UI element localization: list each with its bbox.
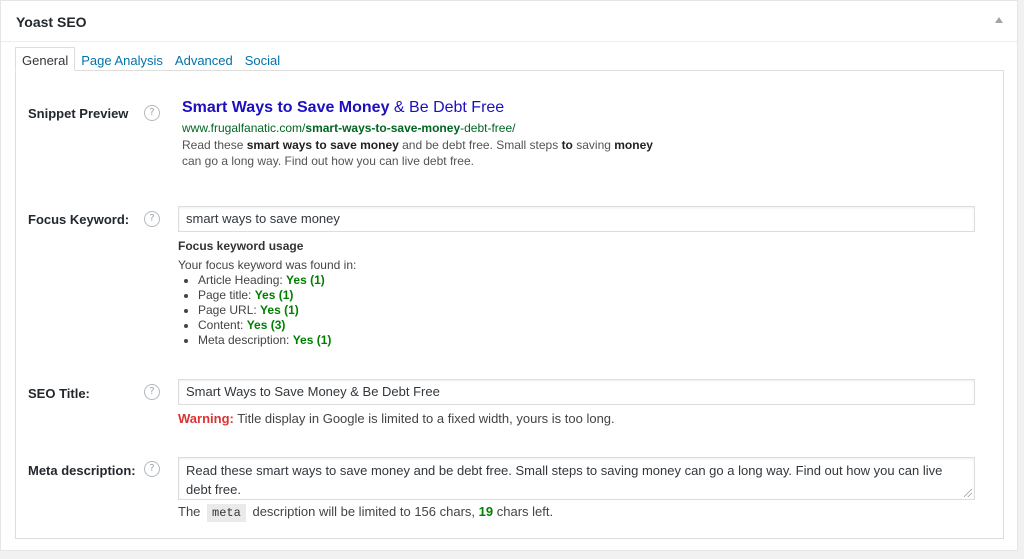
- meta-code: meta: [207, 504, 246, 522]
- usage-item-label: Article Heading:: [198, 273, 287, 287]
- collapse-arrow-icon[interactable]: [995, 17, 1003, 23]
- tab-general[interactable]: General: [15, 47, 76, 71]
- snippet-url-pre: www.frugalfanatic.com/: [182, 121, 306, 135]
- usage-item-label: Page title:: [198, 288, 255, 302]
- yoast-seo-metabox: Yoast SEO General Page Analysis Advanced…: [0, 0, 1018, 551]
- snippet-url-post: -debt-free/: [460, 121, 516, 135]
- focus-keyword-input[interactable]: smart ways to save money: [178, 206, 975, 232]
- snippet-desc-part: and be debt free. Small steps: [398, 138, 562, 152]
- snippet-desc-part: smart ways to save money: [246, 138, 399, 152]
- snippet-desc-part: saving: [572, 138, 615, 152]
- warning-text: Title display in Google is limited to a …: [233, 411, 615, 426]
- count-post: chars left.: [496, 504, 554, 519]
- usage-list-item: Content: Yes (3): [198, 318, 356, 333]
- seo-title-input[interactable]: Smart Ways to Save Money & Be Debt Free: [178, 379, 975, 405]
- metabox-title: Yoast SEO: [16, 14, 87, 30]
- usage-item-result: Yes (1): [260, 303, 299, 317]
- usage-item-label: Meta description:: [198, 333, 293, 347]
- snippet-title[interactable]: Smart Ways to Save Money & Be Debt Free: [182, 99, 682, 117]
- tab-bar: General Page Analysis Advanced Social: [15, 47, 286, 71]
- focus-keyword-label: Focus Keyword:: [28, 212, 130, 227]
- meta-description-textarea[interactable]: Read these smart ways to save money and …: [178, 457, 975, 500]
- meta-char-count: The meta description will be limited to …: [178, 504, 554, 522]
- snippet-title-rest: & Be Debt Free: [389, 99, 505, 116]
- usage-list-item: Page title: Yes (1): [198, 288, 356, 303]
- snippet-preview: Smart Ways to Save Money & Be Debt Free …: [182, 99, 682, 169]
- usage-item-result: Yes (1): [286, 273, 325, 287]
- snippet-url: www.frugalfanatic.com/smart-ways-to-save…: [182, 121, 682, 135]
- usage-intro: Your focus keyword was found in:: [178, 258, 357, 272]
- usage-item-result: Yes (3): [246, 318, 286, 332]
- focus-keyword-usage: Focus keyword usage Your focus keyword w…: [178, 239, 356, 348]
- warning-label: Warning:: [178, 411, 234, 426]
- snippet-help-icon[interactable]: ?: [144, 105, 160, 121]
- usage-list-item: Article Heading: Yes (1): [198, 273, 356, 288]
- tab-page-analysis[interactable]: Page Analysis: [75, 49, 169, 71]
- seo-title-warning: Warning: Title display in Google is limi…: [178, 411, 615, 426]
- seo-title-label: SEO Title:: [28, 386, 90, 401]
- snippet-desc-part: money: [614, 138, 653, 152]
- snippet-desc-part: can go a long way. Find out how you can …: [182, 154, 474, 168]
- snippet-url-bold: smart-ways-to-save-money: [305, 121, 461, 135]
- usage-list: Article Heading: Yes (1)Page title: Yes …: [178, 273, 356, 348]
- usage-list-item: Meta description: Yes (1): [198, 333, 356, 348]
- resize-grip-icon[interactable]: [964, 489, 972, 497]
- general-tab-panel: Snippet Preview ? Smart Ways to Save Mon…: [15, 70, 1004, 539]
- focus-keyword-help-icon[interactable]: ?: [144, 211, 160, 227]
- snippet-description: Read these smart ways to save money and …: [182, 137, 662, 169]
- meta-description-label: Meta description:: [28, 463, 136, 478]
- usage-item-label: Content:: [198, 318, 247, 332]
- usage-item-result: Yes (1): [254, 288, 294, 302]
- usage-heading: Focus keyword usage: [178, 239, 304, 253]
- snippet-desc-part: to: [561, 138, 573, 152]
- tab-advanced[interactable]: Advanced: [169, 49, 239, 71]
- tab-social[interactable]: Social: [239, 49, 286, 71]
- usage-item-result: Yes (1): [292, 333, 332, 347]
- usage-list-item: Page URL: Yes (1): [198, 303, 356, 318]
- snippet-title-bold: Smart Ways to Save Money: [182, 99, 390, 116]
- chars-left-count: 19: [478, 504, 494, 519]
- snippet-preview-label: Snippet Preview: [28, 106, 129, 121]
- seo-title-help-icon[interactable]: ?: [144, 384, 160, 400]
- count-pre: The: [178, 504, 201, 519]
- meta-description-value: Read these smart ways to save money and …: [186, 463, 943, 497]
- count-mid: description will be limited to 156 chars…: [252, 504, 476, 519]
- meta-description-help-icon[interactable]: ?: [144, 461, 160, 477]
- snippet-desc-part: Read these: [182, 138, 247, 152]
- metabox-header[interactable]: Yoast SEO: [1, 1, 1017, 42]
- usage-item-label: Page URL:: [198, 303, 261, 317]
